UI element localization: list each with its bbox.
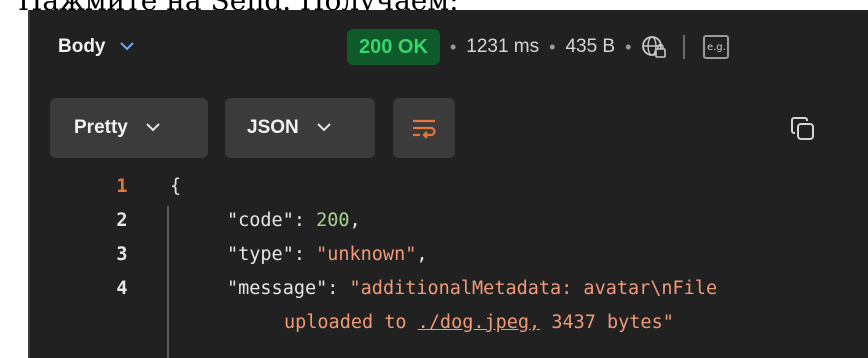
separator-dot: • <box>549 36 556 57</box>
wrap-lines-icon <box>410 116 438 140</box>
status-badge[interactable]: 200 OK <box>347 29 440 65</box>
format-dropdown[interactable]: Pretty <box>50 98 208 158</box>
code-line-wrapped: uploaded to ./dog.jpeg, 3437 bytes" <box>30 312 868 346</box>
separator-dot: • <box>449 36 457 57</box>
chevron-down-icon <box>119 41 134 53</box>
json-number: 200 <box>316 210 350 231</box>
body-tab-label: Body <box>58 36 106 57</box>
json-key: "type" <box>227 244 294 265</box>
document-text-cutoff: Нажмите на Send. Получаем: <box>0 0 868 10</box>
response-meta: 200 OK • 1231 ms • 435 B • e.g. <box>347 28 730 66</box>
response-time[interactable]: 1231 ms <box>466 36 539 58</box>
json-string: "unknown" <box>316 244 417 265</box>
example-icon[interactable]: e.g. <box>703 35 730 59</box>
body-tab-dropdown[interactable]: Body <box>58 36 134 58</box>
code-line: 2 "code": 200, <box>30 210 868 244</box>
json-key: "code" <box>227 210 294 231</box>
separator-dot: • <box>625 36 632 57</box>
json-colon: : <box>293 244 317 265</box>
json-colon: : <box>293 210 317 231</box>
chevron-down-icon <box>317 122 331 134</box>
json-key: "message" <box>227 278 328 299</box>
response-header: Body 200 OK • 1231 ms • 435 B • e.g. <box>30 10 868 84</box>
code-text: "code": 200, <box>227 210 361 231</box>
line-number: 4 <box>116 278 128 299</box>
code-text: uploaded to ./dog.jpeg, 3437 bytes" <box>284 312 674 333</box>
code-text: "type": "unknown", <box>227 244 428 265</box>
json-comma: , <box>416 244 428 265</box>
chevron-down-icon <box>146 122 160 134</box>
json-comma: , <box>349 210 361 231</box>
json-string: "additionalMetadata: avatar\nFile <box>349 278 718 299</box>
page: Нажмите на Send. Получаем: Body 200 OK •… <box>0 0 868 358</box>
response-code-view[interactable]: 1 { 2 "code": 200, 3 "type": "unknown", … <box>30 172 868 358</box>
response-panel: Body 200 OK • 1231 ms • 435 B • e.g. Pre… <box>28 10 868 358</box>
code-line: 1 { <box>30 176 868 210</box>
wrap-lines-button[interactable] <box>393 98 455 158</box>
open-brace: { <box>170 176 182 197</box>
json-string: 3437 bytes" <box>540 312 674 333</box>
line-number: 3 <box>116 244 128 265</box>
json-string: uploaded to <box>284 312 418 333</box>
format-dropdown-label: Pretty <box>74 117 128 138</box>
code-text: "message": "additionalMetadata: avatar\n… <box>227 278 717 299</box>
language-dropdown-label: JSON <box>247 117 299 138</box>
line-number: 2 <box>116 210 128 231</box>
language-dropdown[interactable]: JSON <box>225 98 375 158</box>
divider <box>683 35 686 59</box>
network-globe-icon[interactable] <box>641 35 667 59</box>
code-text: { <box>170 176 181 197</box>
file-link[interactable]: ./dog.jpeg, <box>418 312 541 333</box>
copy-icon[interactable] <box>790 116 816 142</box>
format-toolbar: Pretty JSON <box>30 98 868 158</box>
code-line: 3 "type": "unknown", <box>30 244 868 278</box>
code-line: 4 "message": "additionalMetadata: avatar… <box>30 278 868 312</box>
json-colon: : <box>327 278 350 299</box>
line-number: 1 <box>116 176 128 197</box>
response-size[interactable]: 435 B <box>565 36 615 58</box>
